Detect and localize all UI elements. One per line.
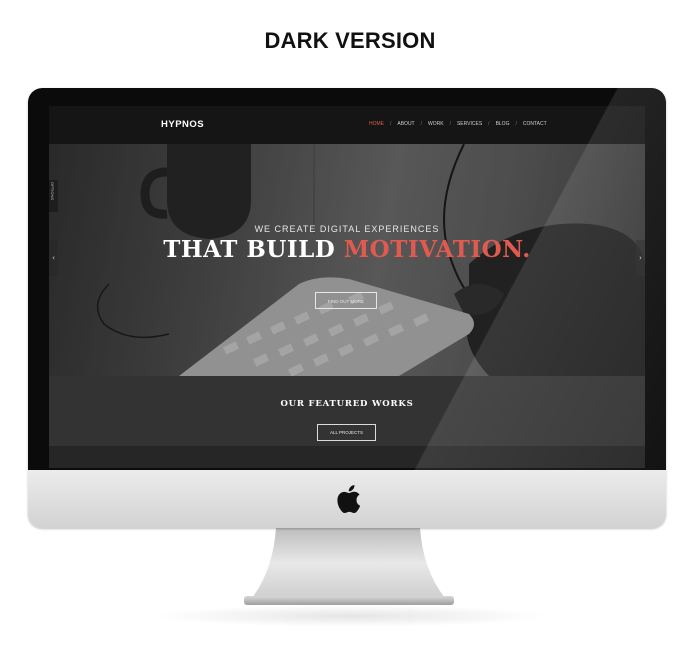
menu-separator: / xyxy=(390,121,392,127)
options-tab-label: OPTIONS xyxy=(50,182,55,201)
headline-accent: MOTIVATION. xyxy=(343,236,531,263)
menu-item-blog[interactable]: BLOG xyxy=(496,121,510,127)
hero-tagline: WE CREATE DIGITAL EXPERIENCES xyxy=(254,224,440,234)
screen-bottom-strip xyxy=(49,446,645,468)
headline-main: THAT BUILD xyxy=(163,236,344,263)
options-panel-toggle[interactable]: OPTIONS xyxy=(49,180,58,212)
website-screen: HYPNOS HOME / ABOUT / WORK / SERVICES / … xyxy=(49,106,645,468)
menu-separator: / xyxy=(488,121,490,127)
apple-logo-icon xyxy=(337,485,361,514)
menu-item-contact[interactable]: CONTACT xyxy=(523,121,547,127)
menu-separator: / xyxy=(420,121,423,127)
menu-separator: / xyxy=(515,121,517,127)
imac-monitor: HYPNOS HOME / ABOUT / WORK / SERVICES / … xyxy=(28,88,666,528)
menu-item-work[interactable]: WORK xyxy=(428,121,444,127)
all-projects-button[interactable]: ALL PROJECTS xyxy=(317,424,376,441)
find-out-more-button[interactable]: FIND OUT MORE xyxy=(315,292,377,309)
menu-item-services[interactable]: SERVICES xyxy=(457,121,482,127)
featured-works-section: OUR FEATURED WORKS ALL PROJECTS xyxy=(49,376,645,446)
site-menu: HOME / ABOUT / WORK / SERVICES / BLOG / … xyxy=(369,121,547,127)
hero-headline: THAT BUILD MOTIVATION. xyxy=(49,236,645,263)
site-navbar: HYPNOS HOME / ABOUT / WORK / SERVICES / … xyxy=(49,106,645,144)
hero-slider: OPTIONS ‹ › WE CREATE DIGITAL EXPERIENCE… xyxy=(49,144,645,376)
site-logo[interactable]: HYPNOS xyxy=(161,119,204,130)
menu-item-about[interactable]: ABOUT xyxy=(397,121,414,127)
menu-separator: / xyxy=(449,121,451,127)
featured-works-title: OUR FEATURED WORKS xyxy=(280,399,414,409)
stand-shadow xyxy=(150,605,550,627)
menu-item-home[interactable]: HOME xyxy=(369,121,384,127)
